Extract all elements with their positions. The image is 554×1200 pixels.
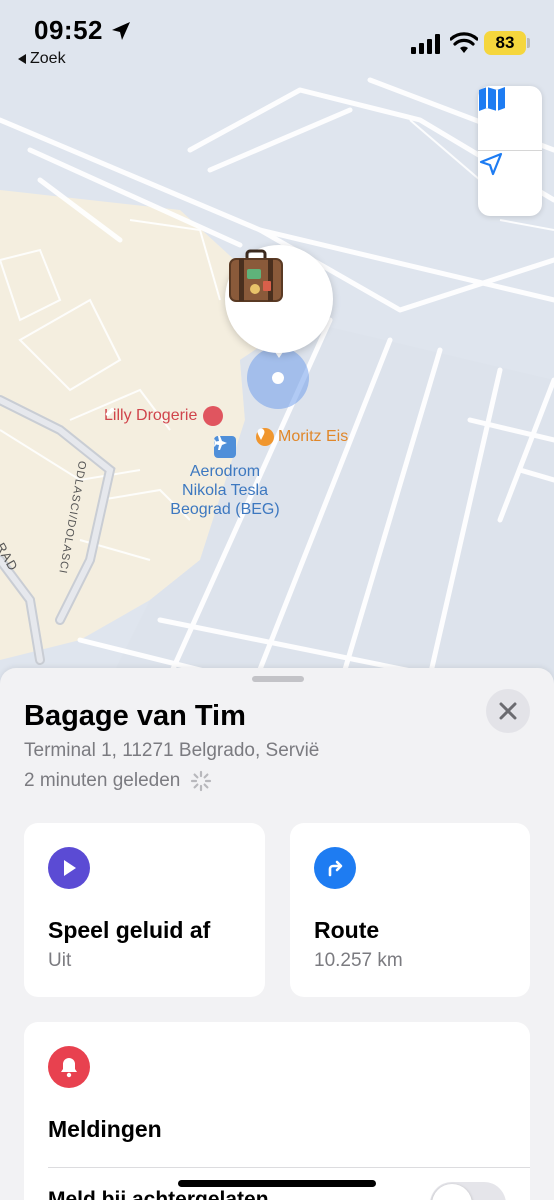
airport-label[interactable]: Aerodrom Nikola Tesla Beograd (BEG) (160, 462, 290, 519)
map-controls (478, 86, 542, 216)
route-distance: 10.257 km (314, 950, 403, 971)
directions-icon (314, 847, 356, 889)
suitcase-icon (229, 249, 283, 302)
status-time: 09:52 (34, 15, 103, 45)
sheet-grabber[interactable] (252, 676, 304, 682)
wifi-icon (450, 32, 478, 53)
loading-spinner-icon (191, 770, 212, 792)
play-icon (48, 847, 90, 889)
location-arrow-icon (479, 152, 503, 176)
back-to-app-button[interactable]: Zoek (18, 50, 66, 68)
item-address: Terminal 1, 11271 Belgrado, Servië (24, 740, 320, 761)
battery-tip (527, 38, 530, 48)
item-title: Bagage van Tim (24, 700, 246, 732)
location-dot (272, 372, 284, 384)
map-mode-button[interactable] (478, 86, 542, 151)
item-pin[interactable] (225, 245, 333, 353)
play-sound-title: Speel geluid af (48, 917, 211, 943)
divider (48, 1167, 530, 1168)
airport-label-line: Beograd (BEG) (170, 501, 280, 518)
airport-label-line: Nikola Tesla (182, 482, 268, 499)
poi-lilly-drogerie[interactable]: Lilly Drogerie (104, 406, 224, 426)
locate-me-button[interactable] (478, 151, 542, 216)
route-card[interactable]: Route 10.257 km (290, 823, 530, 997)
back-triangle-icon (18, 54, 26, 64)
notifications-title: Meldingen (48, 1116, 162, 1142)
poi-label: Lilly Drogerie (104, 407, 198, 424)
notify-when-left-behind-toggle[interactable] (430, 1182, 506, 1200)
item-detail-sheet: Bagage van Tim Terminal 1, 11271 Belgrad… (0, 668, 554, 1200)
cellular-signal-icon (411, 34, 440, 54)
poi-moritz-eis[interactable]: Moritz Eis (256, 428, 348, 446)
map-icon (479, 87, 505, 111)
battery-indicator: 83 (484, 31, 526, 55)
ice-cream-icon (256, 428, 274, 446)
toggle-knob (432, 1184, 472, 1200)
poi-label: Moritz Eis (278, 428, 349, 445)
bell-icon (48, 1046, 90, 1088)
route-title: Route (314, 917, 380, 943)
notify-when-left-behind-label: Meld bij achtergelaten (48, 1188, 269, 1200)
close-button[interactable] (486, 689, 530, 733)
play-sound-status: Uit (48, 950, 72, 971)
location-services-icon (112, 22, 130, 40)
status-bar: 09:52 Zoek 83 (0, 0, 554, 74)
pharmacy-icon (105, 406, 224, 426)
airport-label-line: Aerodrom (189, 463, 261, 480)
home-indicator[interactable] (178, 1180, 376, 1187)
close-icon (499, 702, 517, 720)
map-view[interactable]: Lilly Drogerie Moritz Eis Aerodrom Nikol… (0, 0, 554, 720)
notifications-card: Meldingen Meld bij achtergelaten (24, 1022, 530, 1200)
back-label: Zoek (30, 50, 66, 67)
last-updated-text: 2 minuten geleden (24, 770, 181, 791)
airport-icon[interactable] (214, 436, 236, 458)
last-updated: 2 minuten geleden (24, 770, 212, 792)
play-sound-card[interactable]: Speel geluid af Uit (24, 823, 265, 997)
